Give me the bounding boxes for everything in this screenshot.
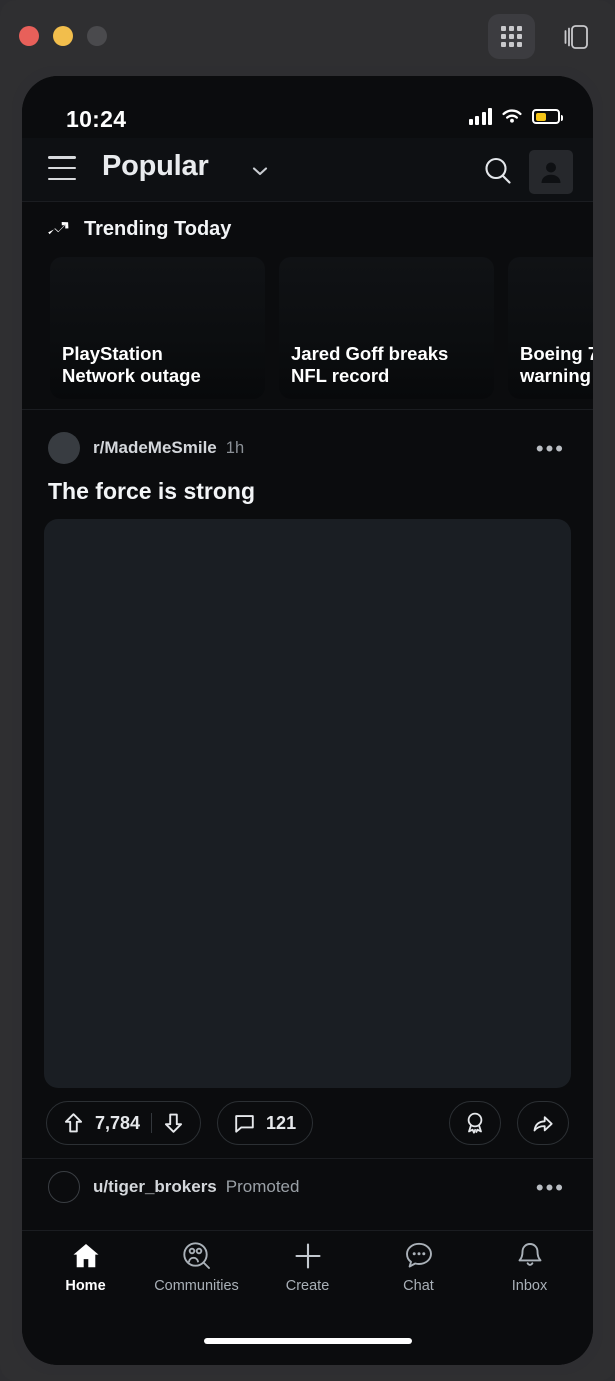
- trending-cards[interactable]: PlayStation Network outage Jared Goff br…: [22, 257, 593, 399]
- communities-icon: [182, 1242, 210, 1269]
- tab-label: Communities: [154, 1278, 239, 1294]
- bottom-tab-bar: Home Communities Create Chat Inbox: [22, 1230, 593, 1365]
- tab-communities[interactable]: Communities: [141, 1241, 252, 1317]
- post-header: r/MadeMeSmile 1h •••: [22, 422, 593, 466]
- subreddit-avatar[interactable]: [48, 432, 80, 464]
- comment-count: 121: [266, 1112, 297, 1133]
- window-maximize-button[interactable]: [87, 26, 107, 46]
- grid-dots: [501, 26, 522, 47]
- share-arrow-icon[interactable]: [517, 1101, 569, 1145]
- app-top-bar: Popular: [22, 138, 593, 202]
- tab-create[interactable]: Create: [252, 1241, 363, 1317]
- trending-card[interactable]: PlayStation Network outage: [50, 257, 265, 399]
- phone-screen: 10:24 Popular Trending Today PlayStation…: [22, 76, 593, 1365]
- window-minimize-button[interactable]: [53, 26, 73, 46]
- tab-label: Inbox: [511, 1278, 548, 1294]
- home-indicator: [203, 1338, 412, 1344]
- upvote-arrow-icon[interactable]: [63, 1112, 84, 1134]
- tab-label: Create: [285, 1278, 330, 1294]
- post-timestamp: 1h: [225, 438, 245, 457]
- tab-inbox[interactable]: Inbox: [474, 1241, 585, 1317]
- chat-bubble-icon: [405, 1242, 432, 1268]
- post-action-bar: 7,784 121: [22, 1088, 593, 1158]
- upvote-count: 7,784: [95, 1112, 141, 1133]
- vote-pill[interactable]: 7,784: [46, 1101, 202, 1145]
- battery-fill: [535, 112, 547, 121]
- chevron-down-icon[interactable]: [251, 164, 269, 182]
- status-clock: 10:24: [66, 106, 127, 132]
- wifi-icon: [502, 109, 522, 123]
- tab-chat[interactable]: Chat: [363, 1241, 474, 1317]
- trending-label: Trending Today: [84, 218, 232, 240]
- bell-icon: [518, 1243, 541, 1266]
- simulator-window: 10:24 Popular Trending Today PlayStation…: [0, 0, 615, 1381]
- window-titlebar: [0, 0, 615, 72]
- trending-header: Trending Today: [22, 218, 593, 257]
- app-grid-icon[interactable]: [488, 14, 535, 59]
- user-avatar-icon[interactable]: [529, 150, 573, 194]
- tab-label: Chat: [403, 1278, 434, 1294]
- page-title[interactable]: Popular: [102, 150, 209, 183]
- hamburger-menu-icon[interactable]: [48, 156, 76, 180]
- trending-card-title: Boeing 7 warning: [520, 342, 593, 387]
- promoted-avatar[interactable]: [48, 1171, 80, 1203]
- comment-pill[interactable]: 121: [217, 1101, 314, 1145]
- overflow-menu-icon[interactable]: •••: [536, 1177, 565, 1199]
- subreddit-name[interactable]: r/MadeMeSmile: [93, 438, 217, 458]
- trending-section: Trending Today PlayStation Network outag…: [22, 202, 593, 410]
- status-icons: [468, 108, 563, 125]
- vote-divider: [151, 1113, 153, 1133]
- trending-card[interactable]: Jared Goff breaks NFL record: [279, 257, 494, 399]
- signal-bars-icon: [468, 108, 492, 125]
- award-medal-icon[interactable]: [449, 1101, 501, 1145]
- phone-frame: 10:24 Popular Trending Today PlayStation…: [12, 66, 603, 1375]
- promoted-username[interactable]: u/tiger_brokers: [93, 1177, 217, 1197]
- post-image[interactable]: [44, 519, 571, 1088]
- promoted-badge: Promoted: [225, 1177, 300, 1196]
- trending-card-title: PlayStation Network outage: [62, 342, 201, 387]
- plus-icon: [294, 1243, 321, 1269]
- stacked-cards-icon[interactable]: [556, 18, 594, 56]
- trending-card[interactable]: Boeing 7 warning: [508, 257, 593, 399]
- home-icon: [73, 1244, 98, 1268]
- window-close-button[interactable]: [19, 26, 39, 46]
- tab-home[interactable]: Home: [30, 1241, 141, 1317]
- promoted-post-header[interactable]: u/tiger_brokers Promoted •••: [22, 1158, 593, 1215]
- trending-up-icon: [48, 221, 69, 234]
- tab-label: Home: [65, 1278, 106, 1294]
- post-title[interactable]: The force is strong: [22, 466, 593, 505]
- feed-post: r/MadeMeSmile 1h ••• The force is strong…: [22, 410, 593, 1158]
- tab-list: Home Communities Create Chat Inbox: [22, 1231, 593, 1317]
- search-icon[interactable]: [479, 152, 517, 190]
- comment-bubble-icon[interactable]: [234, 1113, 255, 1134]
- status-bar: 10:24: [22, 76, 593, 138]
- battery-icon: [532, 109, 563, 124]
- trending-card-title: Jared Goff breaks NFL record: [291, 342, 449, 387]
- downvote-arrow-icon[interactable]: [163, 1112, 184, 1134]
- overflow-menu-icon[interactable]: •••: [536, 438, 565, 460]
